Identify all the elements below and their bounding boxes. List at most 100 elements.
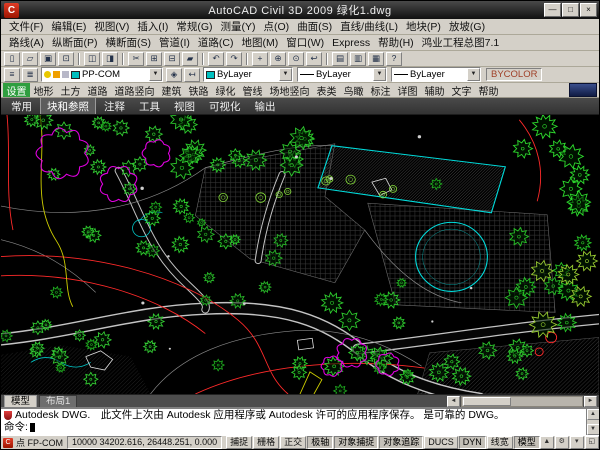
ribbon-tab[interactable]: 可视化 (203, 98, 247, 115)
hy-menu-item[interactable]: 表类 (313, 83, 340, 98)
annotation-visibility-icon[interactable]: ⚙ (555, 436, 569, 449)
hy-menu-item[interactable]: 道路竖向 (111, 83, 158, 98)
pan-icon[interactable]: + (252, 52, 268, 66)
status-toggle[interactable]: DYN (459, 436, 486, 449)
help-icon[interactable]: ? (386, 52, 402, 66)
hy-menu-item[interactable]: 土方 (57, 83, 84, 98)
menu-item[interactable]: 帮助(H) (374, 35, 418, 50)
ribbon-tab[interactable]: 块和参照 (40, 98, 96, 115)
close-button[interactable]: × (580, 3, 597, 17)
menu-item[interactable]: 视图(V) (90, 19, 133, 34)
scrollbar-thumb[interactable] (463, 397, 511, 406)
hy-menu-item[interactable]: 管线 (239, 83, 266, 98)
menu-item[interactable]: 文件(F) (5, 19, 47, 34)
minimize-button[interactable]: — (544, 3, 561, 17)
annotation-scale-icon[interactable]: ▲ (540, 436, 554, 449)
undo-icon[interactable]: ↶ (208, 52, 224, 66)
statusbar-logo-icon[interactable]: C (3, 438, 13, 448)
linetype-combo-arrow-icon[interactable]: ▼ (373, 68, 386, 81)
scroll-right-icon[interactable]: ► (584, 396, 597, 407)
cut-icon[interactable]: ✂ (128, 52, 144, 66)
status-toggle[interactable]: 线宽 (487, 436, 513, 449)
layer-combo[interactable]: PP-COM ▼ (41, 67, 163, 82)
menu-item[interactable]: 测量(Y) (217, 19, 260, 34)
menu-item[interactable]: 直线/曲线(L) (336, 19, 402, 34)
make-object-layer-current-icon[interactable]: ◈ (166, 68, 182, 82)
lineweight-combo[interactable]: ByLayer ▼ (391, 67, 481, 82)
ribbon-tab[interactable]: 常用 (5, 98, 38, 115)
menu-item[interactable]: 纵断面(P) (48, 35, 102, 50)
scroll-left-icon[interactable]: ◄ (447, 396, 460, 407)
menu-item[interactable]: 地块(P) (402, 19, 445, 34)
maximize-button[interactable]: □ (562, 3, 579, 17)
layer-properties-icon[interactable]: ≡ (4, 68, 20, 82)
save-icon[interactable]: ▣ (40, 52, 56, 66)
status-toggle[interactable]: 模型 (514, 436, 540, 449)
ribbon-tab[interactable]: 输出 (249, 98, 282, 115)
menu-item[interactable]: Express (328, 37, 374, 49)
status-menu-icon[interactable]: ▾ (570, 436, 584, 449)
color-combo[interactable]: ByLayer ▼ (203, 67, 293, 82)
ribbon-tab[interactable]: 工具 (133, 98, 166, 115)
menu-item[interactable]: 鸿业工程总图7.1 (418, 35, 504, 50)
status-toggle[interactable]: DUCS (424, 436, 458, 449)
menu-item[interactable]: 窗口(W) (282, 35, 328, 50)
linetype-combo[interactable]: ByLayer ▼ (297, 67, 387, 82)
new-file-icon[interactable]: ▯ (4, 52, 20, 66)
publish-icon[interactable]: ◨ (102, 52, 118, 66)
hy-menu-item[interactable]: 场地竖向 (266, 83, 313, 98)
menu-item[interactable]: 曲面(S) (293, 19, 336, 34)
menu-item[interactable]: 管道(I) (155, 35, 194, 50)
menu-item[interactable]: 横断面(S) (102, 35, 156, 50)
layout-tab[interactable]: 布局1 (39, 395, 77, 407)
scrollbar-track[interactable] (461, 396, 583, 407)
ribbon-tab[interactable]: 视图 (168, 98, 201, 115)
menu-item[interactable]: 插入(I) (133, 19, 172, 34)
status-toggle[interactable]: 极轴 (307, 436, 333, 449)
menu-item[interactable]: 路线(A) (5, 35, 48, 50)
hy-menu-item[interactable]: 辅助 (421, 83, 448, 98)
hy-menu-item[interactable]: 详图 (394, 83, 421, 98)
ribbon-tab[interactable]: 注释 (98, 98, 131, 115)
hy-menu-item[interactable]: 帮助 (475, 83, 502, 98)
layer-states-icon[interactable]: ≣ (22, 68, 38, 82)
copy-icon[interactable]: ⊞ (146, 52, 162, 66)
paste-icon[interactable]: ⊟ (164, 52, 180, 66)
horizontal-scrollbar[interactable]: ◄ ► (447, 396, 599, 407)
match-properties-icon[interactable]: ▰ (182, 52, 198, 66)
app-icon[interactable]: C (4, 3, 19, 18)
layer-previous-icon[interactable]: ↤ (184, 68, 200, 82)
clean-screen-icon[interactable]: ◱ (585, 436, 599, 449)
open-icon[interactable]: ▱ (22, 52, 38, 66)
lineweight-combo-arrow-icon[interactable]: ▼ (467, 68, 480, 81)
menu-item[interactable]: 地图(M) (238, 35, 283, 50)
tool-palettes-icon[interactable]: ▦ (368, 52, 384, 66)
hy-menu-item[interactable]: 地形 (30, 83, 57, 98)
redo-icon[interactable]: ↷ (226, 52, 242, 66)
status-toggle[interactable]: 栅格 (253, 436, 279, 449)
color-combo-arrow-icon[interactable]: ▼ (279, 68, 292, 81)
hy-menu-item[interactable]: 鸟瞰 (340, 83, 367, 98)
status-toggle[interactable]: 对象捕捉 (334, 436, 378, 449)
status-toggle[interactable]: 捕捉 (226, 436, 252, 449)
zoom-realtime-icon[interactable]: ⊕ (270, 52, 286, 66)
command-scrollbar[interactable]: ▲ ▼ (586, 409, 599, 435)
scroll-down-icon[interactable]: ▼ (587, 424, 600, 435)
status-toggle[interactable]: 对象追踪 (379, 436, 423, 449)
layer-combo-arrow-icon[interactable]: ▼ (149, 68, 162, 81)
menu-item[interactable]: 放坡(G) (445, 19, 489, 34)
zoom-previous-icon[interactable]: ↩ (306, 52, 322, 66)
layout-tab[interactable]: 模型 (4, 395, 37, 407)
hy-menu-item[interactable]: 标注 (367, 83, 394, 98)
plot-preview-icon[interactable]: ◫ (84, 52, 100, 66)
scroll-up-icon[interactable]: ▲ (587, 409, 600, 420)
coordinates-display[interactable]: 10000 34202.616, 26448.251, 0.000 (67, 436, 222, 449)
hy-menu-item[interactable]: 设置 (3, 83, 30, 98)
hy-menu-item[interactable]: 建筑 (158, 83, 185, 98)
status-toggle[interactable]: 正交 (280, 436, 306, 449)
zoom-window-icon[interactable]: ⊙ (288, 52, 304, 66)
design-center-icon[interactable]: ▥ (350, 52, 366, 66)
hy-menu-item[interactable]: 道路 (84, 83, 111, 98)
hy-menu-item[interactable]: 铁路 (185, 83, 212, 98)
plot-icon[interactable]: ⊡ (58, 52, 74, 66)
